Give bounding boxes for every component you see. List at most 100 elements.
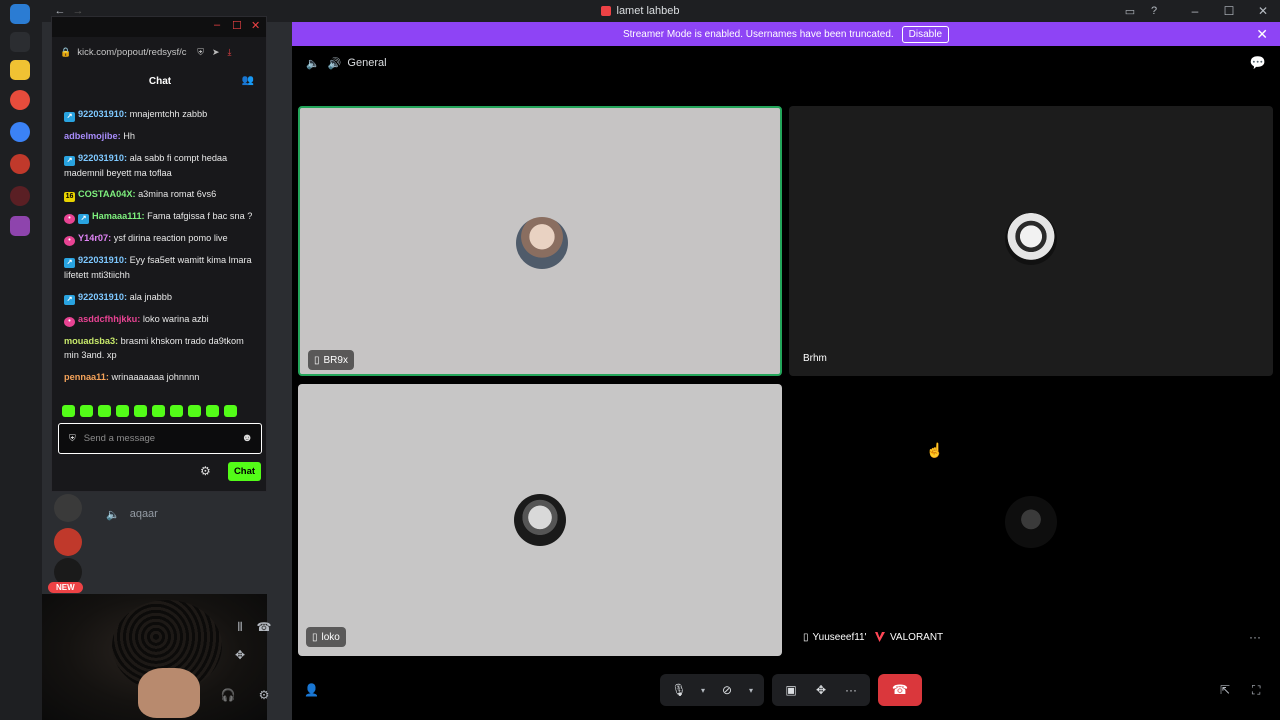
url-text[interactable]: kick.com/popout/redsysf/c: [77, 47, 189, 58]
chat-bubble-icon[interactable]: 💬: [1250, 55, 1266, 71]
window-controls: ▭ ? – ☐ ✕: [1118, 0, 1280, 22]
inbox-icon[interactable]: ▭: [1118, 0, 1142, 22]
disable-streamer-mode-button[interactable]: Disable: [901, 25, 950, 43]
chat-username[interactable]: mouadsba3:: [64, 336, 118, 346]
shield-icon[interactable]: ⛨: [197, 47, 204, 58]
video-tile-yuuseeef[interactable]: ▯ Yuuseeef11' VALORANT ···: [789, 384, 1273, 656]
avatar: [514, 494, 566, 546]
video-tile-brhm[interactable]: Brhm: [789, 106, 1273, 376]
chat-message: ↗ 922031910: mnajemtchh zabbb: [64, 107, 256, 122]
download-icon[interactable]: ⤓: [228, 47, 232, 58]
chat-message: adbelmojibe: Hh: [64, 129, 256, 144]
chat-text: Fama tafgissa f bac sna ?: [144, 211, 253, 221]
send-icon[interactable]: ➤: [212, 47, 220, 58]
popout-maximize-icon[interactable]: ☐: [232, 19, 242, 32]
avatar: [1005, 213, 1057, 265]
close-window-button[interactable]: ✕: [1246, 0, 1280, 22]
camera-off-icon[interactable]: ⊘: [716, 679, 738, 701]
chat-username[interactable]: 922031910:: [78, 255, 127, 265]
windows-start-icon[interactable]: [10, 4, 30, 24]
participant-name: Yuuseeef11': [812, 631, 867, 643]
settings-icon[interactable]: ⚙: [253, 684, 275, 706]
fullscreen-icon[interactable]: ⛶: [1252, 683, 1260, 698]
popout-minimize-icon[interactable]: –: [214, 19, 220, 31]
chat-username[interactable]: 922031910:: [78, 292, 127, 302]
yellow-badge-icon: 16: [64, 192, 75, 202]
emoji-icon[interactable]: ☻: [241, 432, 253, 444]
chat-message: 16 COSTAA04X: a3mina romat 6vs6: [64, 187, 256, 202]
chat-username[interactable]: 922031910:: [78, 109, 127, 119]
minimize-button[interactable]: –: [1178, 0, 1212, 22]
chat-username[interactable]: pennaa11:: [64, 372, 109, 382]
emote-icon[interactable]: [62, 405, 75, 417]
chat-message: • Y14r07: ysf dirina reaction pomo live: [64, 231, 256, 246]
emote-icon[interactable]: [224, 405, 237, 417]
emote-icon[interactable]: [188, 405, 201, 417]
app-icon-5[interactable]: [10, 216, 30, 236]
participant-name: Brhm: [803, 352, 827, 364]
chat-username[interactable]: asddcfhhjkku:: [78, 314, 140, 324]
users-icon[interactable]: 👥: [242, 75, 254, 86]
pink-badge-icon: •: [64, 236, 75, 246]
popout-close-icon[interactable]: ✕: [251, 19, 260, 32]
emote-icon[interactable]: [98, 405, 111, 417]
new-badge: NEW: [48, 582, 83, 593]
emote-icon[interactable]: [152, 405, 165, 417]
chat-username[interactable]: adbelmojibe:: [64, 131, 121, 141]
chevron-down-icon[interactable]: ▾: [746, 679, 756, 701]
popout-icon[interactable]: ⇱: [1220, 683, 1230, 697]
emote-icon[interactable]: [206, 405, 219, 417]
window-title: lamet lahbeb: [616, 5, 680, 17]
hangup-icon: ☎: [891, 682, 909, 697]
hangup-button[interactable]: ☎: [878, 674, 922, 706]
invite-icon[interactable]: 👤: [304, 683, 319, 697]
task-view-icon[interactable]: [10, 32, 30, 52]
folder-icon[interactable]: [10, 60, 30, 80]
disconnect-icon[interactable]: ☎: [253, 616, 275, 638]
emote-icon[interactable]: [116, 405, 129, 417]
chat-text: a3mina romat 6vs6: [135, 189, 217, 199]
chat-message: pennaa11: wrinaaaaaaa johnnnn: [64, 370, 256, 385]
chat-message: ↗ 922031910: ala sabb fi compt hedaa made…: [64, 151, 256, 181]
emote-icon[interactable]: [80, 405, 93, 417]
popout-titlebar: – ☐ ✕: [52, 17, 266, 37]
activities-icon[interactable]: ✥: [810, 679, 832, 701]
chat-username[interactable]: 922031910:: [78, 153, 127, 163]
voice-member-avatar[interactable]: [54, 494, 82, 522]
emote-icon[interactable]: [170, 405, 183, 417]
app-icon-3[interactable]: [10, 154, 30, 174]
chevron-down-icon[interactable]: ▾: [698, 679, 708, 701]
screen-share-icon[interactable]: ▣: [780, 679, 802, 701]
app-icon-1[interactable]: [10, 90, 30, 110]
pink-badge-icon: •: [64, 316, 75, 327]
emote-icon[interactable]: [134, 405, 147, 417]
activity-label: VALORANT: [875, 627, 943, 647]
mobile-icon: ▯: [314, 354, 320, 366]
headset-icon[interactable]: 🎧: [217, 684, 239, 706]
microphone-icon[interactable]: 🎙: [668, 679, 690, 701]
server-avatar[interactable]: [54, 528, 82, 556]
video-tile-loko[interactable]: ▯ loko: [298, 384, 782, 656]
chat-title: Chat: [148, 75, 172, 87]
more-options-icon[interactable]: ···: [840, 679, 862, 701]
chat-username[interactable]: Y14r07:: [78, 233, 111, 243]
sound-wave-icon[interactable]: ⫴: [229, 616, 251, 638]
close-banner-icon[interactable]: ✕: [1256, 26, 1268, 43]
app-icon-4[interactable]: [10, 186, 30, 206]
chat-text: Hh: [120, 131, 135, 141]
more-options-icon[interactable]: ···: [1249, 630, 1261, 644]
app-icon-2[interactable]: [10, 122, 30, 142]
share-group: ▣ ✥ ···: [772, 674, 870, 706]
help-icon[interactable]: ?: [1142, 0, 1166, 22]
chat-username[interactable]: COSTAA04X:: [78, 189, 136, 199]
chat-send-button[interactable]: Chat: [228, 462, 261, 481]
video-tile-br9x[interactable]: ▯ BR9x: [298, 106, 782, 376]
chat-settings-icon[interactable]: ⚙: [200, 464, 211, 478]
mobile-icon: ▯: [803, 631, 809, 643]
voice-member-aqaar[interactable]: 🔈 aqaar: [106, 500, 326, 528]
address-bar[interactable]: 🔒 kick.com/popout/redsysf/c ⛨ ➤ ⤓: [52, 41, 266, 63]
chat-username[interactable]: Hamaaa111:: [92, 211, 145, 221]
activities-icon[interactable]: ✥: [229, 644, 251, 666]
maximize-button[interactable]: ☐: [1212, 0, 1246, 22]
chat-input[interactable]: ⛨ Send a message ☻: [58, 423, 262, 454]
